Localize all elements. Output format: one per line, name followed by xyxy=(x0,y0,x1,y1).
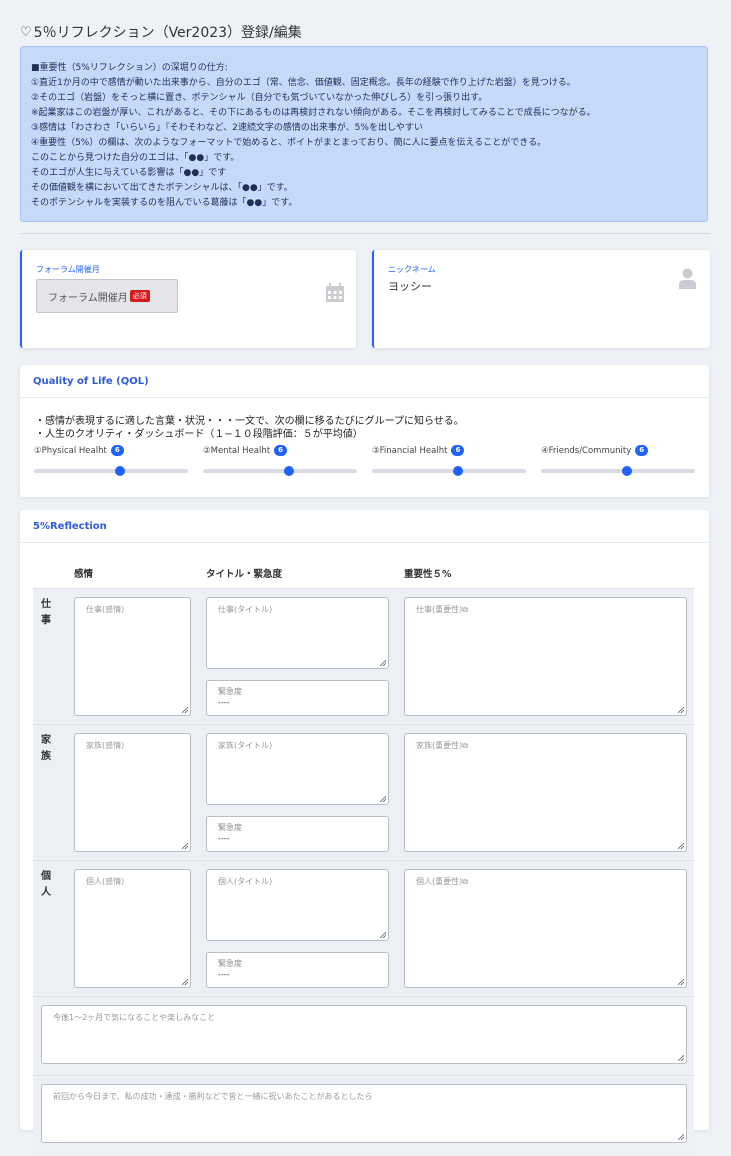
slider-label: ③Financial Healht xyxy=(372,445,448,456)
slider-mental: ②Mental Healht 6 xyxy=(203,445,358,476)
importance-placeholder: 個人(重要性) xyxy=(416,877,463,886)
slider-thumb[interactable] xyxy=(621,466,632,476)
divider xyxy=(20,233,710,234)
slider-value-badge: 6 xyxy=(635,445,649,456)
urgency-value: ---- xyxy=(218,834,230,843)
family-importance-textarea[interactable]: 家族(重要性)⧉ xyxy=(404,733,687,852)
info-line: ②そのエゴ（岩盤）をそっと横に置き、ポテンシャル（自分でも気づいていなかった伸び… xyxy=(31,93,488,103)
reflection-row-family: 家族 家族(感情) 家族(タイトル) 緊急度 ---- 家族(重要性)⧉ xyxy=(33,724,694,861)
calendar-icon[interactable] xyxy=(326,283,344,306)
slider-thumb[interactable] xyxy=(114,466,125,476)
personal-emotion-textarea[interactable]: 個人(感情) xyxy=(74,869,191,988)
slider-value-badge: 6 xyxy=(451,445,465,456)
urgency-label: 緊急度 xyxy=(218,959,242,968)
row-label: 仕事 xyxy=(41,599,51,626)
user-icon xyxy=(679,268,696,293)
personal-urgency-select[interactable]: 緊急度 ---- xyxy=(206,952,389,988)
column-header-emotion: 感情 xyxy=(74,569,94,580)
work-urgency-select[interactable]: 緊急度 ---- xyxy=(206,680,389,716)
importance-placeholder: 仕事(重要性) xyxy=(416,605,463,614)
forum-month-card: フォーラム開催月 フォーラム開催月 必須 xyxy=(20,250,356,348)
slider-track[interactable] xyxy=(34,466,188,476)
slider-thumb[interactable] xyxy=(283,466,294,476)
info-line: ④重要性（5%）の欄は、次のようなフォーマットで始めると、ポイトがまとまっており… xyxy=(31,138,547,148)
required-badge: 必須 xyxy=(129,290,150,302)
slider-thumb[interactable] xyxy=(452,466,463,476)
slider-label: ②Mental Healht xyxy=(203,445,271,456)
info-line: ■重要性（5%リフレクション）の深堀りの仕方: xyxy=(31,63,228,73)
page-title-text: 5％リフレクション（Ver2023）登録/編集 xyxy=(33,25,302,41)
work-emotion-textarea[interactable]: 仕事(感情) xyxy=(74,597,191,716)
urgency-label: 緊急度 xyxy=(218,687,242,696)
importance-placeholder: 家族(重要性) xyxy=(416,741,463,750)
column-header-importance: 重要性５% xyxy=(404,569,452,580)
work-title-textarea[interactable]: 仕事(タイトル) xyxy=(206,597,389,669)
personal-title-textarea[interactable]: 個人(タイトル) xyxy=(206,869,389,941)
slider-track[interactable] xyxy=(203,466,357,476)
slider-friends: ④Friends/Community 6 xyxy=(541,445,696,476)
slider-value-badge: 6 xyxy=(274,445,287,456)
info-line: ③感情は「わさわさ「いらいら」『そわそわなど、2速続文字の感情の出来事が、5%を… xyxy=(31,123,423,133)
forum-month-label: フォーラム開催月 xyxy=(36,265,100,274)
reflection-card: 5%Reflection 感情 タイトル・緊急度 重要性５% 仕事 仕事(感情)… xyxy=(20,510,709,1156)
nickname-value: ヨッシー xyxy=(388,280,432,293)
celebrate-row: 前回から今日まで、私の成功・達成・勝利などで皆と一緒に祝いあたことがあるとしたら xyxy=(33,1075,694,1156)
slider-label: ①Physical Healht xyxy=(34,445,107,456)
slider-label: ④Friends/Community xyxy=(541,445,632,456)
info-line: ①直近1か月の中で感情が動いた出来事から、自分のエゴ（常、信念、価値観、固定概念… xyxy=(31,78,576,88)
heart-icon[interactable]: ♡ xyxy=(20,25,32,40)
slider-track[interactable] xyxy=(541,466,695,476)
future-textarea[interactable]: 今後1〜2ヶ月で気になることや楽しみなこと xyxy=(41,1005,687,1064)
urgency-label: 緊急度 xyxy=(218,823,242,832)
nickname-card: ニックネーム ヨッシー xyxy=(372,250,710,348)
copy-icon: ⧉ xyxy=(462,605,468,614)
urgency-value: ---- xyxy=(218,698,230,707)
reflection-row-work: 仕事 仕事(感情) 仕事(タイトル) 緊急度 ---- 仕事(重要性)⧉ xyxy=(33,588,694,725)
family-emotion-textarea[interactable]: 家族(感情) xyxy=(74,733,191,852)
reflection-title: 5%Reflection xyxy=(20,510,709,543)
family-title-textarea[interactable]: 家族(タイトル) xyxy=(206,733,389,805)
info-box: ■重要性（5%リフレクション）の深堀りの仕方: ①直近1か月の中で感情が動いた出… xyxy=(20,46,708,222)
row-label: 個人 xyxy=(41,871,51,898)
copy-icon: ⧉ xyxy=(462,741,468,750)
urgency-value: ---- xyxy=(218,970,230,979)
personal-importance-textarea[interactable]: 個人(重要性)⧉ xyxy=(404,869,687,988)
info-line: その価値観を横において出てきたポテンシャルは、「●●」です。 xyxy=(31,183,293,193)
reflection-row-personal: 個人 個人(感情) 個人(タイトル) 緊急度 ---- 個人(重要性)⧉ xyxy=(33,860,694,997)
nickname-label: ニックネーム xyxy=(388,265,436,274)
page-title: ♡ 5％リフレクション（Ver2023）登録/編集 xyxy=(20,22,302,42)
row-label: 家族 xyxy=(41,735,51,762)
info-line: そのエゴが人生に与えている影響は「●●」です xyxy=(31,168,227,178)
work-importance-textarea[interactable]: 仕事(重要性)⧉ xyxy=(404,597,687,716)
qol-title: Quality of Life (QOL) xyxy=(20,365,709,398)
qol-card: Quality of Life (QOL) ・感情が表現するに適した言葉・状況・… xyxy=(20,365,709,497)
info-line: ※起業家はこの岩盤が厚い、これがあると、その下にあるものは再検討されない傾向があ… xyxy=(31,108,596,118)
forum-month-select[interactable]: フォーラム開催月 必須 xyxy=(36,279,178,313)
info-line: このことから見つけた自分のエゴは、「●●」です。 xyxy=(31,153,240,163)
future-row: 今後1〜2ヶ月で気になることや楽しみなこと xyxy=(33,996,694,1076)
celebrate-textarea[interactable]: 前回から今日まで、私の成功・達成・勝利などで皆と一緒に祝いあたことがあるとしたら xyxy=(41,1084,687,1143)
slider-value-badge: 6 xyxy=(110,445,124,456)
slider-track[interactable] xyxy=(372,466,526,476)
slider-physical: ①Physical Healht 6 xyxy=(34,445,189,476)
forum-month-select-value: フォーラム開催月 xyxy=(48,292,128,304)
slider-financial: ③Financial Healht 6 xyxy=(372,445,527,476)
info-line: そのポテンシャルを実装するのを阻んでいる葛藤は「●●」です。 xyxy=(31,198,298,208)
family-urgency-select[interactable]: 緊急度 ---- xyxy=(206,816,389,852)
qol-description-2: ・人生のクオリティ・ダッシュボード（１−１０段階評価：５が平均値） xyxy=(35,429,363,440)
copy-icon: ⧉ xyxy=(462,877,468,886)
column-header-title: タイトル・緊急度 xyxy=(206,569,283,580)
